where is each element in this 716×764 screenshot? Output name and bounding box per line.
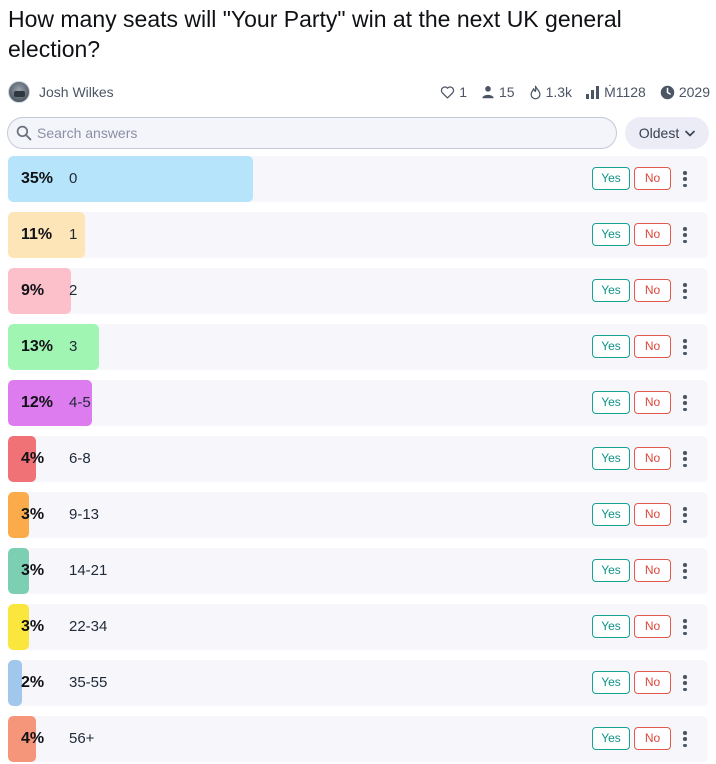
more-options-icon[interactable] [678, 673, 692, 693]
user-icon [482, 86, 494, 99]
bet-yes-button[interactable]: Yes [592, 447, 630, 470]
bet-no-button[interactable]: No [634, 615, 671, 638]
close-date-stat: 2029 [660, 84, 710, 100]
flame-icon [530, 85, 541, 99]
market-stats: 1 15 1.3k Ṁ1128 2029 [440, 84, 710, 100]
answer-row[interactable]: 12% 4-5 Yes No [8, 380, 708, 426]
answer-label: 3 [69, 338, 78, 355]
answer-row[interactable]: 3% 14-21 Yes No [8, 548, 708, 594]
more-options-icon[interactable] [678, 617, 692, 637]
answer-probability: 13% [21, 338, 54, 355]
answers-toolbar: Oldest [7, 117, 709, 149]
answer-label: 14-21 [69, 562, 108, 579]
likes-stat[interactable]: 1 [440, 84, 467, 100]
answer-label: 6-8 [69, 450, 91, 467]
bet-yes-button[interactable]: Yes [592, 335, 630, 358]
bet-yes-button[interactable]: Yes [592, 727, 630, 750]
answer-label: 2 [69, 282, 78, 299]
bet-no-button[interactable]: No [634, 559, 671, 582]
sort-dropdown[interactable]: Oldest [625, 117, 709, 149]
bet-no-button[interactable]: No [634, 447, 671, 470]
bet-no-button[interactable]: No [634, 279, 671, 302]
author-name[interactable]: Josh Wilkes [39, 84, 114, 100]
more-options-icon[interactable] [678, 337, 692, 357]
answer-row[interactable]: 9% 2 Yes No [8, 268, 708, 314]
answer-label: 35-55 [69, 674, 108, 691]
answer-probability: 9% [21, 282, 45, 299]
question-title: How many seats will "Your Party" win at … [8, 6, 622, 62]
answer-row[interactable]: 3% 22-34 Yes No [8, 604, 708, 650]
search-box[interactable] [7, 117, 617, 149]
bet-yes-button[interactable]: Yes [592, 167, 630, 190]
more-options-icon[interactable] [678, 393, 692, 413]
answer-probability: 4% [21, 730, 45, 747]
heart-icon [441, 86, 455, 99]
bet-no-button[interactable]: No [634, 167, 671, 190]
answer-row[interactable]: 3% 9-13 Yes No [8, 492, 708, 538]
answer-probability: 3% [21, 506, 45, 523]
answer-label: 0 [69, 170, 78, 187]
answer-label: 9-13 [69, 506, 100, 523]
answer-probability: 12% [21, 394, 54, 411]
answer-row[interactable]: 4% 56+ Yes No [8, 716, 708, 762]
volume-amount: Ṁ1128 [604, 84, 646, 100]
answer-probability: 11% [21, 226, 53, 243]
answer-row[interactable]: 2% 35-55 Yes No [8, 660, 708, 706]
bet-yes-button[interactable]: Yes [592, 503, 630, 526]
close-year: 2029 [678, 84, 710, 100]
answer-probability: 35% [21, 170, 54, 187]
answer-row[interactable]: 11% 1 Yes No [8, 212, 708, 258]
bet-no-button[interactable]: No [634, 391, 671, 414]
probability-bar [8, 660, 22, 706]
more-options-icon[interactable] [678, 505, 692, 525]
bet-no-button[interactable]: No [634, 335, 671, 358]
bet-yes-button[interactable]: Yes [592, 391, 630, 414]
answer-row[interactable]: 13% 3 Yes No [8, 324, 708, 370]
answer-label: 1 [69, 226, 78, 243]
answer-probability: 3% [21, 618, 45, 635]
bet-yes-button[interactable]: Yes [592, 671, 630, 694]
views-count: 1.3k [545, 84, 573, 100]
answer-row[interactable]: 4% 6-8 Yes No [8, 436, 708, 482]
sort-label: Oldest [638, 125, 680, 141]
views-stat: 1.3k [529, 84, 572, 100]
search-input[interactable] [37, 125, 577, 141]
answer-label: 56+ [69, 730, 95, 747]
likes-count: 1 [459, 84, 468, 100]
answer-row[interactable]: 35% 0 Yes No [8, 156, 708, 202]
more-options-icon[interactable] [678, 729, 692, 749]
bar-chart-icon [586, 85, 600, 99]
more-options-icon[interactable] [678, 169, 692, 189]
bet-no-button[interactable]: No [634, 503, 671, 526]
bet-yes-button[interactable]: Yes [592, 223, 630, 246]
traders-count: 15 [499, 84, 515, 100]
search-icon [16, 125, 32, 141]
avatar[interactable] [8, 81, 30, 103]
more-options-icon[interactable] [678, 561, 692, 581]
volume-stat: Ṁ1128 [586, 84, 646, 100]
more-options-icon[interactable] [678, 281, 692, 301]
bet-no-button[interactable]: No [634, 727, 671, 750]
bet-no-button[interactable]: No [634, 671, 671, 694]
answers-list: 35% 0 Yes No 11% 1 Yes No 9% 2 Yes No 13% 3 Yes No 1… [8, 156, 708, 764]
answer-label: 22-34 [69, 618, 108, 635]
answer-probability: 3% [21, 562, 45, 579]
bet-yes-button[interactable]: Yes [592, 279, 630, 302]
more-options-icon[interactable] [678, 225, 692, 245]
bet-yes-button[interactable]: Yes [592, 615, 630, 638]
answer-probability: 2% [21, 674, 45, 691]
traders-stat: 15 [481, 84, 515, 100]
market-meta: Josh Wilkes 1 15 1.3k Ṁ1128 2029 [8, 80, 710, 104]
clock-icon [660, 85, 675, 99]
bet-yes-button[interactable]: Yes [592, 559, 630, 582]
answer-probability: 4% [21, 450, 45, 467]
more-options-icon[interactable] [678, 449, 692, 469]
answer-label: 4-5 [69, 394, 91, 411]
bet-no-button[interactable]: No [634, 223, 671, 246]
chevron-down-icon [685, 130, 696, 136]
